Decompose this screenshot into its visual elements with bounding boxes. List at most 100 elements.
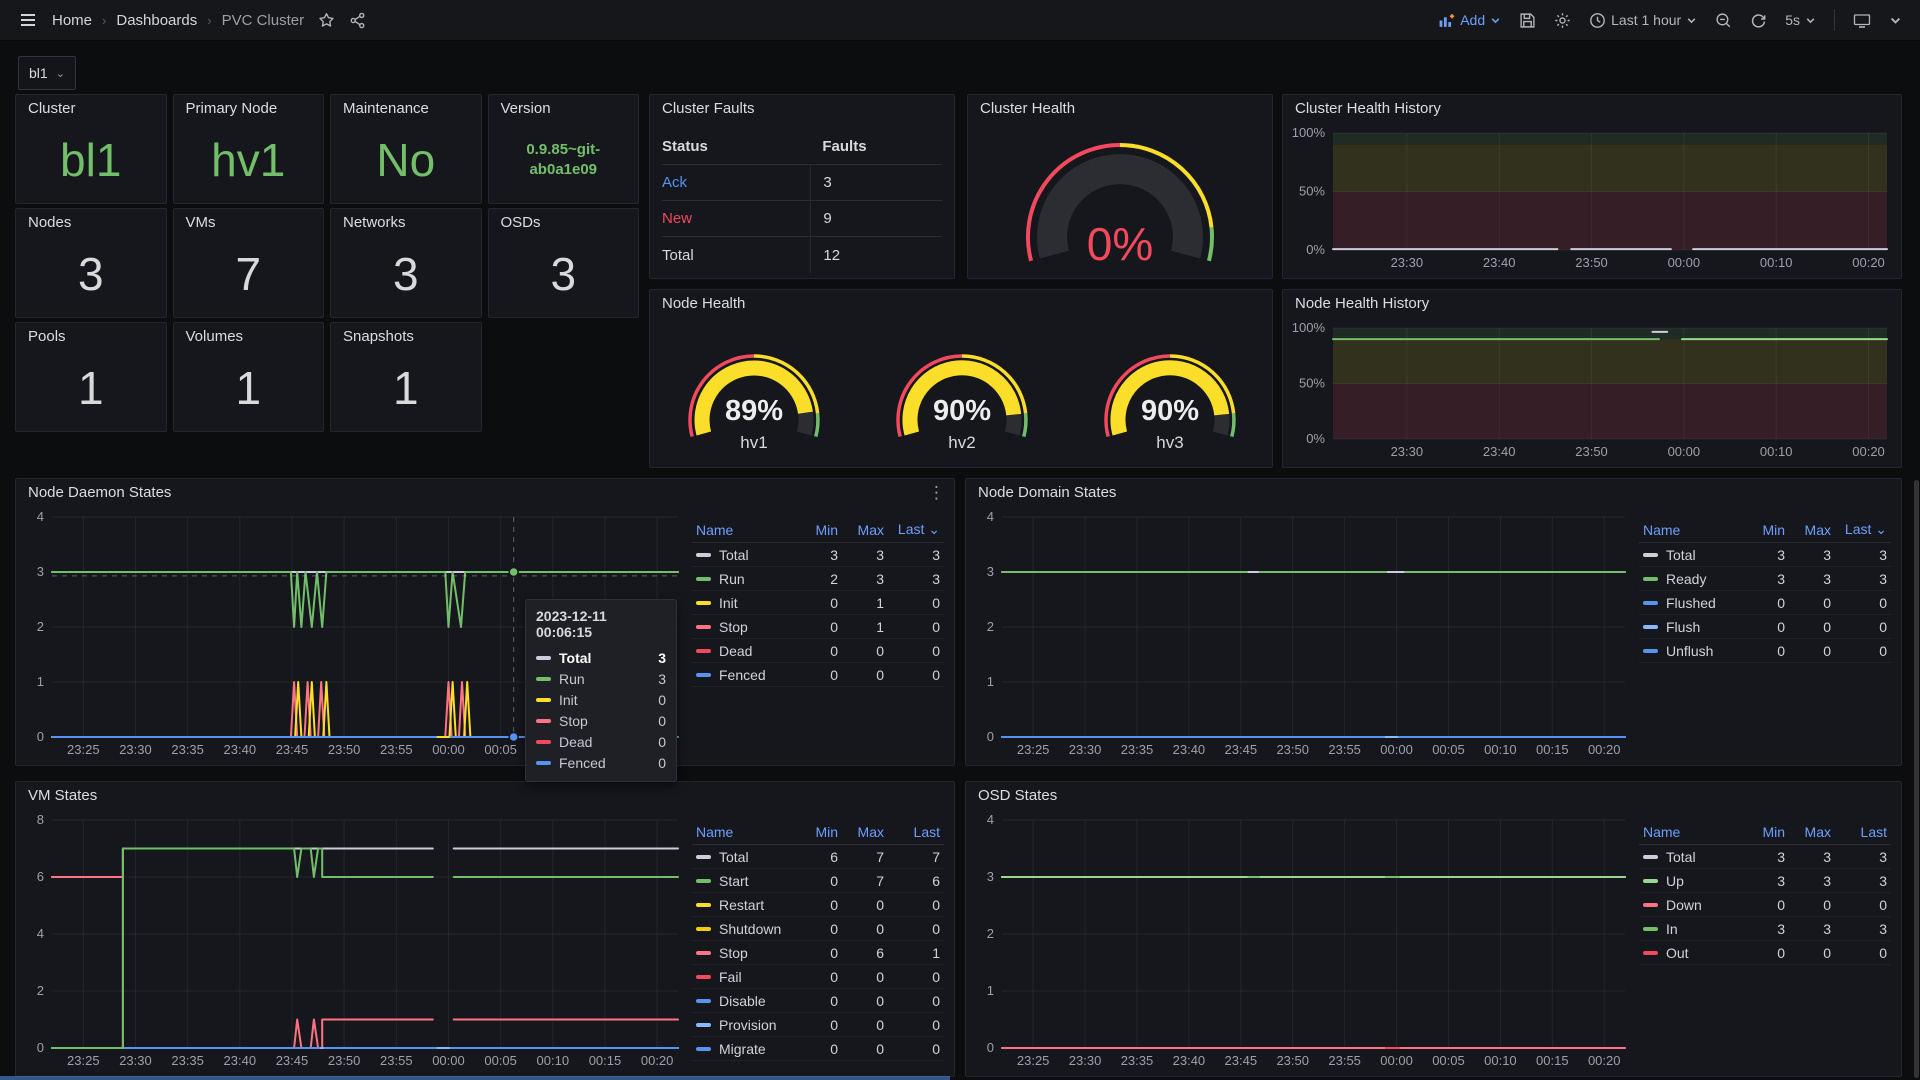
refresh-button[interactable] <box>1750 12 1767 29</box>
legend-series-fail[interactable]: Fail <box>696 969 792 985</box>
legend-col-min[interactable]: Min <box>1739 522 1785 538</box>
legend-series-start[interactable]: Start <box>696 873 792 889</box>
zoom-out-icon[interactable] <box>1715 12 1732 29</box>
legend-series-stop[interactable]: Stop <box>696 945 792 961</box>
panel-node-health-history: Node Health History 0%50%100%23:3023:402… <box>1282 289 1902 468</box>
svg-text:00:20: 00:20 <box>1588 1053 1621 1068</box>
legend-marker <box>1643 553 1658 557</box>
legend-col-last[interactable]: Last ⌄ <box>1831 521 1887 538</box>
node-domain-states-chart[interactable]: 0123423:2523:3023:3523:4023:4523:5023:55… <box>972 507 1633 761</box>
add-label: Add <box>1460 12 1485 28</box>
legend-series-shutdown[interactable]: Shutdown <box>696 921 792 937</box>
legend-series-flushed[interactable]: Flushed <box>1643 595 1739 611</box>
star-icon[interactable] <box>318 12 335 29</box>
refresh-interval-picker[interactable]: 5s <box>1785 12 1816 28</box>
legend-col-last[interactable]: Last <box>1831 824 1887 840</box>
legend-max-value: 7 <box>838 873 884 889</box>
legend-series-label: Disable <box>719 993 766 1009</box>
panel-title[interactable]: Cluster Faults <box>650 95 954 123</box>
tv-kiosk-icon[interactable] <box>1853 12 1871 29</box>
panel-title[interactable]: Node Health History <box>1283 290 1901 318</box>
legend-series-in[interactable]: In <box>1643 921 1739 937</box>
stat-value: 1 <box>174 351 324 425</box>
legend-series-stop[interactable]: Stop <box>696 619 792 635</box>
legend-row: Fenced000 <box>692 663 944 687</box>
legend-series-total[interactable]: Total <box>1643 547 1739 563</box>
legend-min-value: 3 <box>1739 571 1785 587</box>
osd-states-chart[interactable]: 0123423:2523:3023:3523:4023:4523:5023:55… <box>972 810 1633 1072</box>
legend-series-init[interactable]: Init <box>696 595 792 611</box>
legend-series-run[interactable]: Run <box>696 571 792 587</box>
legend-last-value: 0 <box>884 667 940 683</box>
legend-series-unflush[interactable]: Unflush <box>1643 643 1739 659</box>
legend-col-max[interactable]: Max <box>1785 824 1831 840</box>
svg-text:hv1: hv1 <box>740 433 767 452</box>
tooltip-series-value: 3 <box>658 671 666 687</box>
panel-title[interactable]: VM States <box>16 782 954 810</box>
panel-title[interactable]: OSD States <box>966 782 1901 810</box>
panel-title[interactable]: Node Domain States <box>966 479 1901 507</box>
svg-text:00:05: 00:05 <box>484 742 517 757</box>
vm-states-chart[interactable]: 0246823:2523:3023:3523:4023:4523:5023:55… <box>22 810 686 1072</box>
menu-icon[interactable] <box>18 10 38 30</box>
legend-col-max[interactable]: Max <box>838 824 884 840</box>
legend-col-min[interactable]: Min <box>1739 824 1785 840</box>
legend-series-out[interactable]: Out <box>1643 945 1739 961</box>
time-range-picker[interactable]: Last 1 hour <box>1589 12 1697 29</box>
legend-series-total[interactable]: Total <box>696 547 792 563</box>
panel-title[interactable]: Node Health <box>650 290 1272 318</box>
legend-series-dead[interactable]: Dead <box>696 643 792 659</box>
legend-col-last[interactable]: Last ⌄ <box>884 521 940 538</box>
stat-title: Snapshots <box>331 323 481 351</box>
settings-gear-icon[interactable] <box>1554 12 1571 29</box>
stat-value: 1 <box>331 351 481 425</box>
legend-series-down[interactable]: Down <box>1643 897 1739 913</box>
svg-text:00:05: 00:05 <box>1432 742 1465 757</box>
panel-title[interactable]: Cluster Health History <box>1283 95 1901 123</box>
chevron-down-icon: ⌄ <box>56 67 65 80</box>
legend-series-total[interactable]: Total <box>1643 849 1739 865</box>
legend-last-value: 0 <box>884 643 940 659</box>
legend-col-name[interactable]: Name <box>696 522 792 538</box>
legend-series-fenced[interactable]: Fenced <box>696 667 792 683</box>
legend-series-migrate[interactable]: Migrate <box>696 1041 792 1057</box>
breadcrumb-dashboards[interactable]: Dashboards <box>116 12 197 29</box>
share-icon[interactable] <box>349 12 366 29</box>
legend-col-max[interactable]: Max <box>1785 522 1831 538</box>
legend-min-value: 0 <box>1739 643 1785 659</box>
cluster-health-history-chart[interactable]: 0%50%100%23:3023:4023:5000:0000:1000:20 <box>1289 123 1895 274</box>
legend-col-name[interactable]: Name <box>1643 522 1739 538</box>
panel-title[interactable]: Node Daemon States <box>16 479 954 507</box>
legend-col-min[interactable]: Min <box>792 824 838 840</box>
panel-menu-icon[interactable]: ⋮ <box>928 483 946 503</box>
horizontal-scrollbar[interactable] <box>0 1076 950 1080</box>
dashboard-variable-dropdown[interactable]: bl1 ⌄ <box>18 56 76 90</box>
node-health-history-chart[interactable]: 0%50%100%23:3023:4023:5000:0000:1000:20 <box>1289 318 1895 463</box>
legend-series-provision[interactable]: Provision <box>696 1017 792 1033</box>
svg-text:23:25: 23:25 <box>67 742 100 757</box>
legend-series-restart[interactable]: Restart <box>696 897 792 913</box>
chevron-down-icon[interactable] <box>1889 14 1902 27</box>
legend-series-ready[interactable]: Ready <box>1643 571 1739 587</box>
legend-col-name[interactable]: Name <box>696 824 792 840</box>
stat-panel-osds: OSDs3 <box>488 208 640 318</box>
legend-marker <box>1643 879 1658 883</box>
legend-series-flush[interactable]: Flush <box>1643 619 1739 635</box>
svg-text:23:45: 23:45 <box>276 742 309 757</box>
legend-col-min[interactable]: Min <box>792 522 838 538</box>
node-daemon-states-chart[interactable]: 0123423:2523:3023:3523:4023:4523:5023:55… <box>22 507 686 761</box>
svg-text:hv3: hv3 <box>1156 433 1183 452</box>
legend-series-up[interactable]: Up <box>1643 873 1739 889</box>
stat-panel-networks: Networks3 <box>330 208 482 318</box>
legend-col-max[interactable]: Max <box>838 522 884 538</box>
breadcrumb-home[interactable]: Home <box>52 12 92 29</box>
legend-max-value: 0 <box>838 643 884 659</box>
legend-col-last[interactable]: Last <box>884 824 940 840</box>
vertical-scrollbar[interactable] <box>1914 480 1919 1078</box>
panel-title[interactable]: Cluster Health <box>968 95 1272 123</box>
legend-series-disable[interactable]: Disable <box>696 993 792 1009</box>
save-icon[interactable] <box>1519 12 1536 29</box>
legend-series-total[interactable]: Total <box>696 849 792 865</box>
legend-col-name[interactable]: Name <box>1643 824 1739 840</box>
add-button[interactable]: Add <box>1438 12 1501 29</box>
